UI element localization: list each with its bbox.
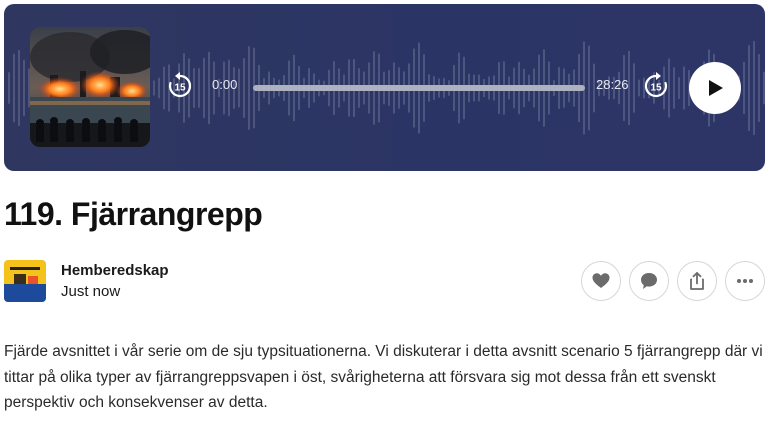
share-button[interactable]	[677, 261, 717, 301]
share-icon	[690, 272, 704, 290]
more-icon	[737, 279, 753, 283]
like-button[interactable]	[581, 261, 621, 301]
episode-cover-image	[30, 27, 150, 147]
publisher-avatar[interactable]	[4, 260, 46, 302]
play-icon	[709, 80, 723, 96]
progress-bar[interactable]	[253, 85, 585, 91]
comment-icon	[641, 273, 657, 289]
audio-player: 15 0:00 28:26 15	[4, 4, 765, 171]
heart-icon	[592, 273, 610, 288]
comment-button[interactable]	[629, 261, 669, 301]
publish-date: Just now	[61, 283, 121, 300]
duration: 28:26	[596, 77, 629, 92]
episode-title: 119. Fjärrangrepp	[4, 196, 263, 232]
skip-forward-icon[interactable]: 15	[641, 71, 671, 101]
more-options-button[interactable]	[725, 261, 765, 301]
skip-back-icon[interactable]: 15	[165, 71, 195, 101]
skip-back-seconds: 15	[174, 83, 186, 94]
publisher-name[interactable]: Hemberedskap	[61, 262, 169, 279]
play-button[interactable]	[689, 62, 741, 114]
episode-description: Fjärde avsnittet i vår serie om de sju t…	[4, 343, 763, 411]
current-time: 0:00	[212, 77, 238, 92]
skip-forward-seconds: 15	[650, 83, 662, 94]
